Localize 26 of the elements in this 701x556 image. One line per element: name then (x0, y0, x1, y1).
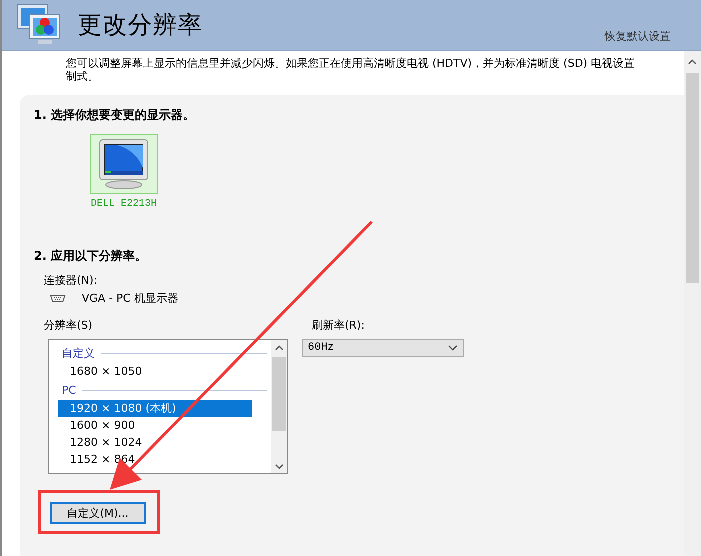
page-title: 更改分辨率 (78, 10, 203, 41)
scroll-up-icon[interactable] (688, 59, 697, 65)
caret-icon (448, 345, 458, 351)
vga-port-icon (50, 294, 66, 302)
display-tile[interactable] (90, 134, 158, 194)
connector-name: VGA - PC 机显示器 (82, 291, 178, 306)
resolution-item[interactable]: 1600 × 900 (58, 417, 252, 434)
custom-button[interactable]: 自定义(M)... (50, 502, 146, 524)
scroll-down-icon[interactable] (274, 464, 284, 470)
page-scrollbar[interactable] (684, 51, 701, 556)
refresh-rate-dropdown[interactable]: 60Hz (302, 339, 464, 357)
resolution-item[interactable]: 1680 × 1050 (58, 363, 252, 380)
resolution-label: 分辨率(S) (44, 318, 94, 333)
group-header: 自定义 (62, 346, 95, 360)
resolution-item[interactable]: 1920 × 1080 (本机) (58, 400, 252, 417)
refresh-rate-label: 刷新率(R): (312, 318, 366, 333)
group-header: PC (62, 384, 76, 396)
scroll-up-icon[interactable] (274, 345, 284, 351)
description-text: 您可以调整屏幕上显示的信息里并减少闪烁。如果您正在使用高清晰度电视 (HDTV)，并为标准清晰度 (SD) 电视设置制式。 (65, 56, 636, 83)
display-name: DELL E2213H (90, 199, 157, 210)
scrollbar[interactable] (271, 340, 287, 473)
section-heading: 1. 选择你想要变更的显示器。 (34, 107, 196, 124)
section-heading: 2. 应用以下分辨率。 (34, 248, 148, 265)
resolution-item[interactable]: 1280 × 1024 (58, 434, 252, 451)
restore-defaults-link[interactable]: 恢复默认设置 (605, 29, 671, 44)
connector-label: 连接器(N): (44, 273, 99, 288)
